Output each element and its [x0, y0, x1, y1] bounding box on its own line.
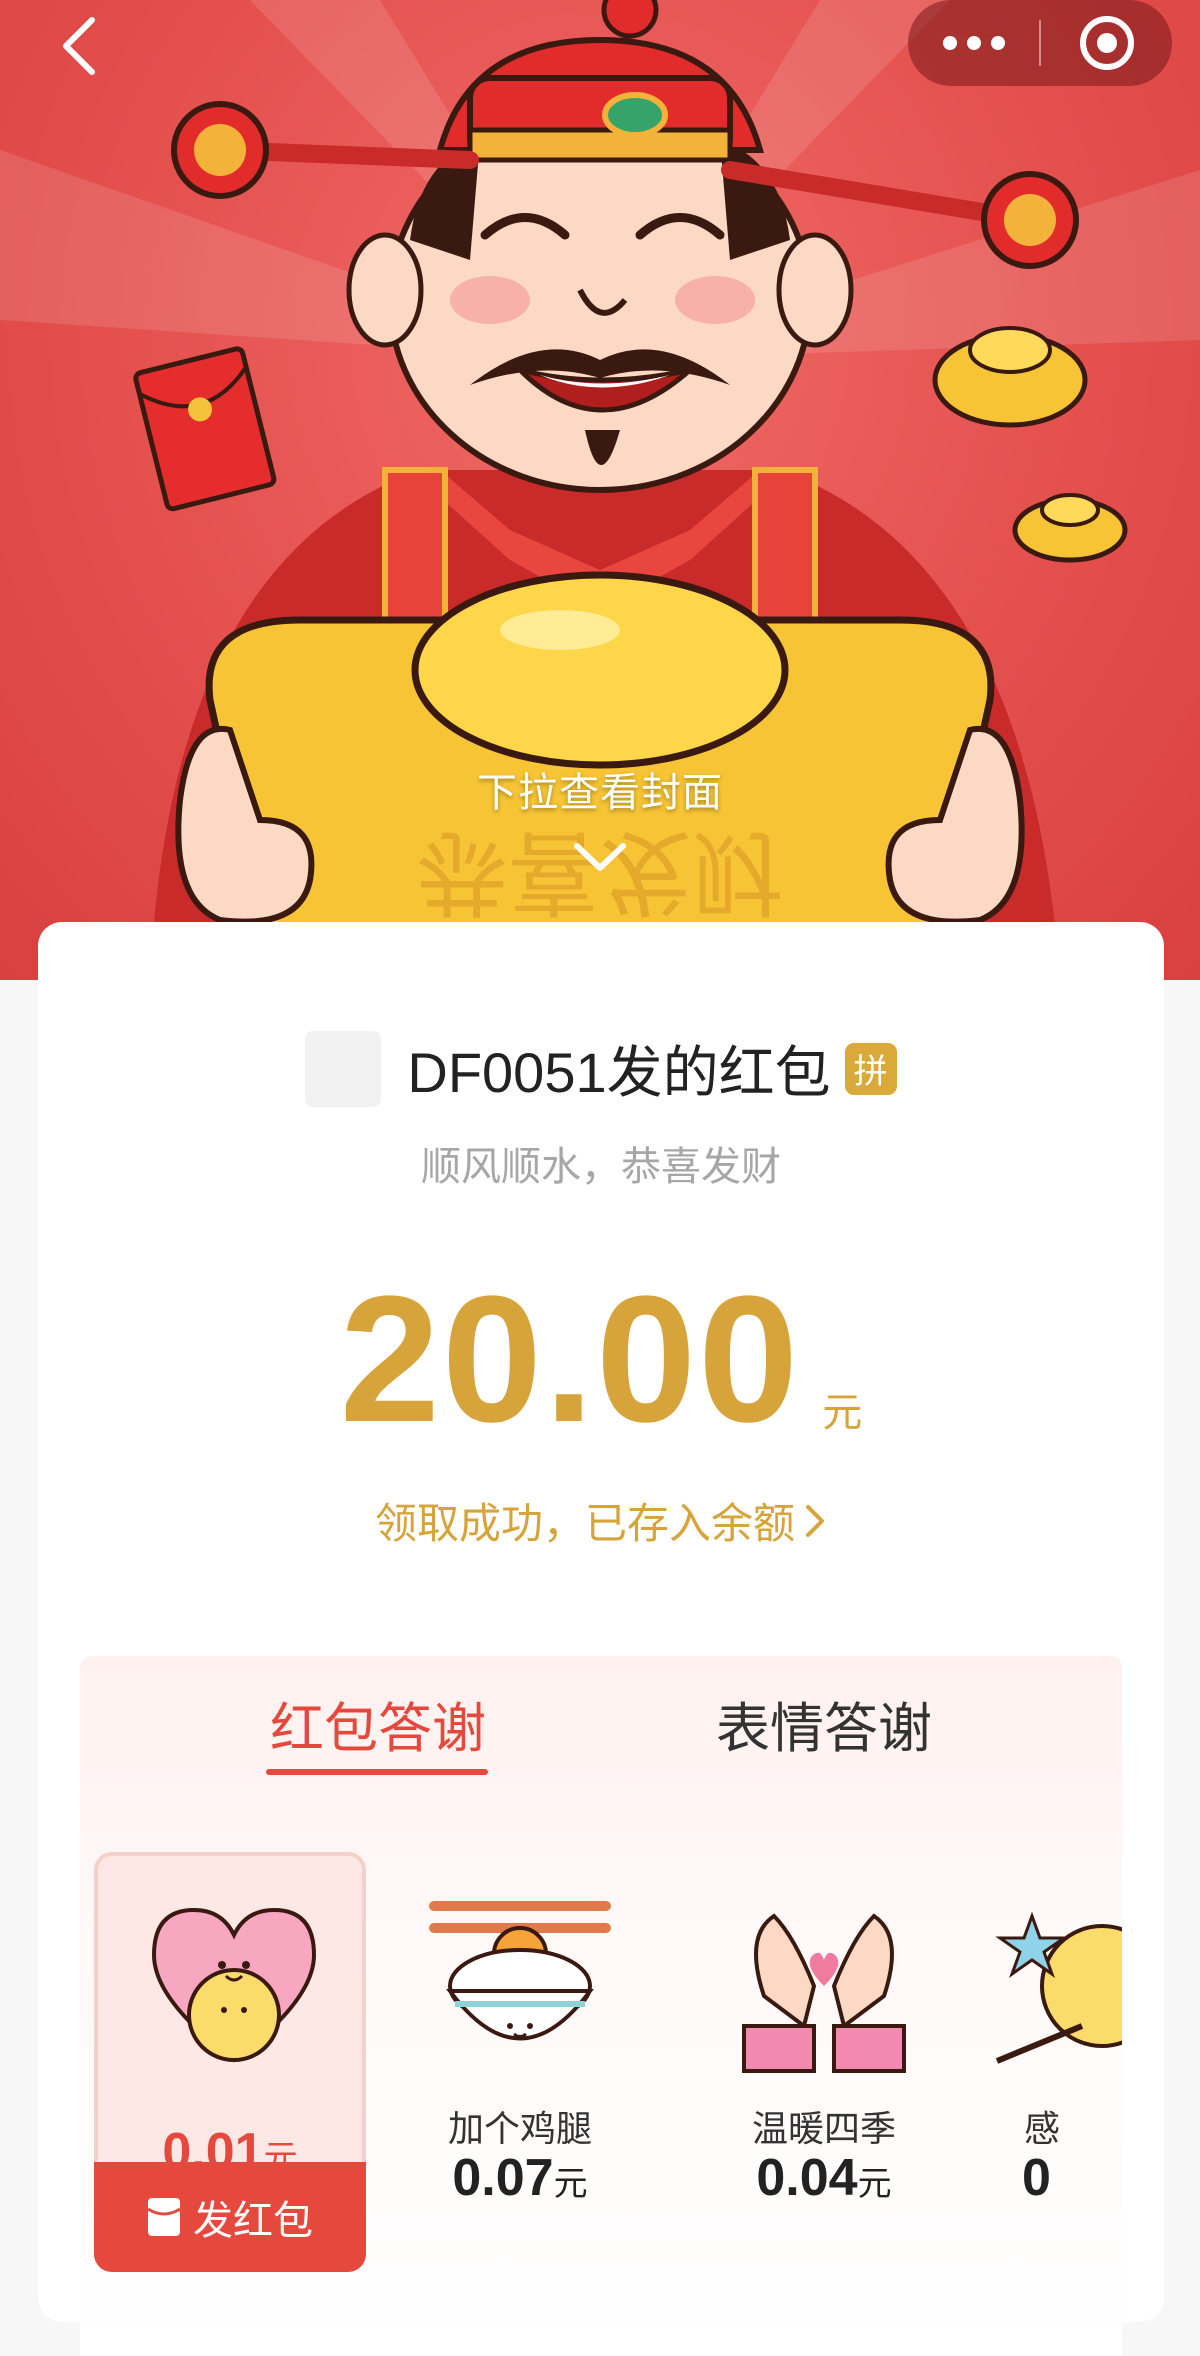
god-of-wealth-illustration: 恭喜发财 [0, 0, 1200, 980]
gift-price-unit: 元 [553, 2165, 588, 2203]
send-red-packet-button[interactable]: 发红包 [94, 2162, 366, 2272]
gift-price-unit: 元 [857, 2165, 892, 2203]
chevron-left-icon [63, 17, 95, 75]
amount-row: 20.00 元 [38, 1270, 1164, 1450]
gift-price: 0 [992, 2148, 1122, 2208]
tab-red-packet-thanks[interactable]: 红包答谢 [270, 1684, 486, 1763]
chevron-right-icon [806, 1504, 824, 1537]
heart-hug-icon [151, 1907, 317, 2063]
send-button-label: 发红包 [193, 2199, 313, 2243]
rice-bowl-drumstick-icon [429, 1901, 611, 2041]
thanks-panel: 红包答谢 表情答谢 0.01元 发红包 加个鸡腿 0.07元 温暖四季 0.04… [80, 1656, 1122, 2356]
close-button[interactable] [1041, 0, 1172, 86]
mini-program-capsule [908, 0, 1172, 86]
sender-name: DF0051发的红包 [407, 1041, 831, 1104]
red-envelope-icon [147, 2198, 181, 2236]
sender-avatar[interactable] [305, 1030, 382, 1107]
gift-name: 加个鸡腿 [447, 2108, 592, 2149]
more-dots-icon [942, 36, 1005, 50]
red-packet-detail-card: DF0051发的红包 拼 顺风顺水，恭喜发财 20.00 元 领取成功，已存入余… [38, 922, 1164, 2356]
gift-option-warm-hands[interactable]: 温暖四季 0.04元 [688, 1852, 960, 2272]
gift-option-drumstick[interactable]: 加个鸡腿 0.07元 [384, 1852, 656, 2272]
gift-option-heart[interactable]: 0.01元 发红包 [94, 1852, 366, 2272]
gift-price-value: 0.04 [756, 2149, 858, 2207]
pin-badge: 拼 [844, 1042, 897, 1095]
target-close-icon [1079, 16, 1134, 70]
gift-option-partial[interactable]: 感 0 [992, 1852, 1122, 2272]
back-button[interactable] [38, 6, 118, 86]
amount-value: 20.00 [339, 1259, 801, 1460]
tab-emoji-thanks[interactable]: 表情答谢 [716, 1684, 932, 1763]
gift-name: 感 [1024, 2108, 1061, 2149]
gift-price-value: 0 [1022, 2149, 1051, 2207]
gift-name: 温暖四季 [751, 2108, 896, 2149]
gift-price-value: 0.07 [452, 2149, 554, 2207]
amount-unit: 元 [822, 1391, 863, 1435]
cover-image[interactable]: 恭喜发财 下拉查看封面 [0, 0, 1200, 980]
blessing-text: 顺风顺水，恭喜发财 [421, 1145, 781, 1189]
chevron-down-icon [574, 843, 626, 871]
active-tab-indicator [266, 1769, 488, 1775]
gift-price: 0.04元 [688, 2148, 960, 2208]
star-gift-icon [995, 1911, 1122, 2064]
balance-link[interactable]: 领取成功，已存入余额 [38, 1490, 1164, 1551]
heart-hands-icon [742, 1913, 906, 2073]
sender-row: DF0051发的红包 拼 [38, 1028, 1164, 1109]
status-text: 领取成功，已存入余额 [374, 1500, 795, 1547]
more-button[interactable] [908, 0, 1039, 86]
gift-price: 0.07元 [384, 2148, 656, 2208]
pull-down-hint: 下拉查看封面 [477, 771, 723, 815]
